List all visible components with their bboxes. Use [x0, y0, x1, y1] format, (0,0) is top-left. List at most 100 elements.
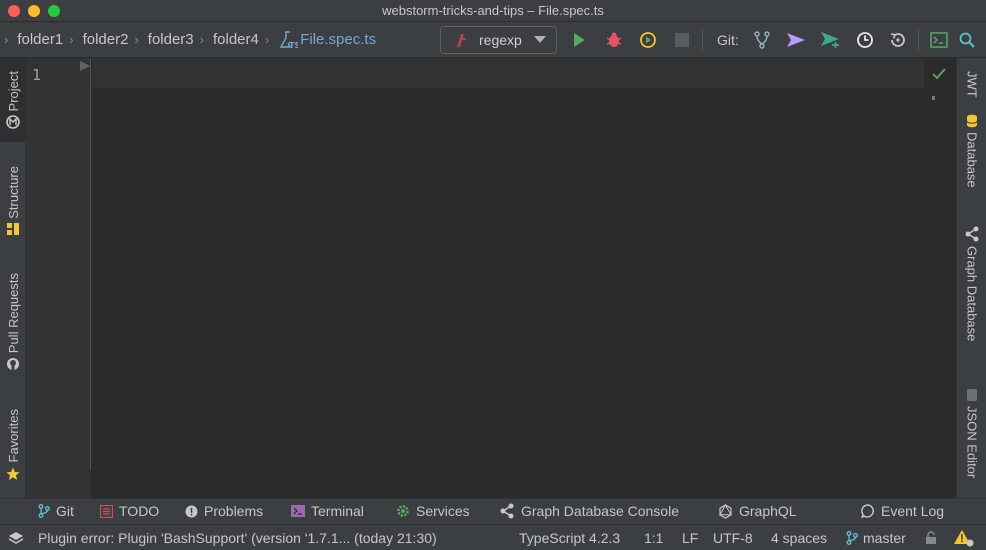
fold-marker-icon[interactable]	[80, 61, 90, 71]
run-icon	[574, 33, 585, 47]
tab-pull-requests[interactable]: Pull Requests	[0, 264, 26, 380]
indent-widget[interactable]: 4 spaces	[771, 530, 827, 546]
tab-label: JWT	[964, 70, 980, 98]
tab-label: Project	[5, 70, 21, 112]
tool-graph-database-console[interactable]: Graph Database Console	[499, 503, 679, 519]
code-editor[interactable]	[92, 58, 924, 470]
tool-event-log[interactable]: Event Log	[861, 503, 944, 519]
zoom-window-button[interactable]	[48, 5, 60, 17]
debug-button[interactable]	[604, 30, 624, 50]
tab-graph-database[interactable]: Graph Database	[957, 226, 986, 358]
tab-label: Favorites	[5, 409, 21, 463]
gutter-bottom	[26, 470, 91, 498]
minimize-window-button[interactable]	[28, 5, 40, 17]
chevron-right-icon: ›	[4, 32, 9, 47]
terminal-icon	[291, 505, 305, 517]
tool-services[interactable]: Services	[396, 503, 470, 519]
tool-window-bar: Git TODO Problems Terminal Services Grap…	[0, 498, 986, 524]
graph-icon	[965, 226, 979, 242]
breadcrumb-file[interactable]: › TS File.spec.ts	[259, 30, 376, 50]
tool-label: Graph Database Console	[521, 503, 679, 519]
read-only-toggle[interactable]	[925, 531, 937, 545]
no-problems-check-icon[interactable]	[932, 68, 946, 80]
toolbar-divider	[702, 30, 703, 50]
tab-jwt[interactable]: JWT	[957, 62, 986, 106]
tool-label: Terminal	[311, 503, 364, 519]
breadcrumb-label: File.spec.ts	[300, 31, 377, 48]
run-with-coverage-button[interactable]	[638, 30, 658, 50]
tab-label: JSON Editor	[964, 406, 980, 479]
terminal-icon	[930, 32, 948, 48]
git-push-icon	[787, 33, 805, 47]
right-tool-strip: JWT Database Graph Database JSON Editor	[956, 58, 986, 498]
project-icon	[6, 115, 20, 130]
title-bar: webstorm-tricks-and-tips – File.spec.ts	[0, 0, 986, 22]
caret-position[interactable]: 1:1	[644, 530, 663, 546]
tab-label: Graph Database	[964, 246, 980, 342]
tab-label: Structure	[5, 165, 21, 219]
breadcrumb-label: folder4	[213, 31, 259, 48]
git-branch-icon	[846, 531, 858, 545]
editor-error-stripe	[924, 58, 956, 470]
terminal-button[interactable]	[929, 30, 949, 50]
editor-bottom-area	[92, 470, 956, 498]
stop-button[interactable]	[672, 30, 692, 50]
git-branch-widget[interactable]: master	[846, 530, 906, 546]
breadcrumb-folder4[interactable]: › folder4	[194, 31, 259, 48]
problems-icon	[185, 505, 198, 517]
git-commit-push-button[interactable]	[820, 30, 840, 50]
graph-icon	[500, 503, 514, 519]
rollback-button[interactable]	[888, 30, 908, 50]
tool-git[interactable]: Git	[38, 503, 74, 519]
close-window-button[interactable]	[8, 5, 20, 17]
tab-label: Database	[964, 132, 980, 188]
tool-todo[interactable]: TODO	[100, 503, 159, 519]
caret-line-highlight	[92, 58, 924, 88]
tab-json-editor[interactable]: JSON Editor	[957, 388, 986, 488]
github-icon	[7, 358, 19, 371]
scroll-marker	[932, 96, 935, 100]
tab-database[interactable]: Database	[957, 114, 986, 204]
status-message[interactable]: Plugin error: Plugin 'BashSupport' (vers…	[38, 530, 437, 546]
todo-icon	[100, 504, 113, 518]
breadcrumb-label: folder2	[82, 31, 129, 48]
git-branch-icon	[754, 31, 770, 49]
git-push-button[interactable]	[786, 30, 806, 50]
git-branches-button[interactable]	[752, 30, 772, 50]
run-configuration-label: regexp	[479, 32, 522, 48]
navigation-bar: › folder1 › folder2 › folder3 › folder4 › TS…	[0, 22, 986, 58]
tab-favorites[interactable]: Favorites	[0, 402, 26, 488]
breadcrumb-folder1[interactable]: › folder1	[0, 31, 63, 48]
run-configuration-selector[interactable]: regexp	[440, 26, 557, 54]
tab-project[interactable]: Project	[0, 58, 26, 142]
language-service-widget[interactable]: TypeScript 4.2.3	[519, 530, 620, 546]
search-everywhere-button[interactable]	[957, 30, 977, 50]
breadcrumb-label: folder1	[17, 31, 64, 48]
tool-label: Problems	[204, 503, 264, 519]
git-branch-icon	[38, 504, 50, 518]
file-encoding-widget[interactable]: UTF-8	[713, 530, 753, 546]
history-icon	[857, 32, 873, 48]
show-history-button[interactable]	[855, 30, 875, 50]
git-label: Git:	[717, 32, 739, 48]
breadcrumb-folder2[interactable]: › folder2	[63, 31, 128, 48]
tool-graphql[interactable]: GraphQL	[718, 503, 797, 519]
stop-icon	[675, 33, 689, 47]
tab-structure[interactable]: Structure	[0, 158, 26, 244]
notifications-button[interactable]	[953, 529, 975, 547]
bash-config-icon	[457, 34, 466, 47]
tool-label: GraphQL	[739, 503, 797, 519]
toggle-tool-windows-button[interactable]	[8, 530, 24, 546]
branch-name: master	[863, 530, 906, 546]
chevron-right-icon: ›	[264, 32, 270, 47]
tool-terminal[interactable]: Terminal	[291, 503, 364, 519]
tool-label: Git	[56, 503, 74, 519]
tool-problems[interactable]: Problems	[185, 503, 263, 519]
breadcrumb-folder3[interactable]: › folder3	[128, 31, 193, 48]
run-button[interactable]	[569, 30, 589, 50]
tool-label: Event Log	[881, 503, 945, 519]
editor-gutter: 1	[26, 58, 91, 470]
typescript-test-icon: TS	[280, 30, 298, 50]
warning-notification-icon	[954, 530, 974, 547]
line-separator-widget[interactable]: LF	[682, 530, 698, 546]
